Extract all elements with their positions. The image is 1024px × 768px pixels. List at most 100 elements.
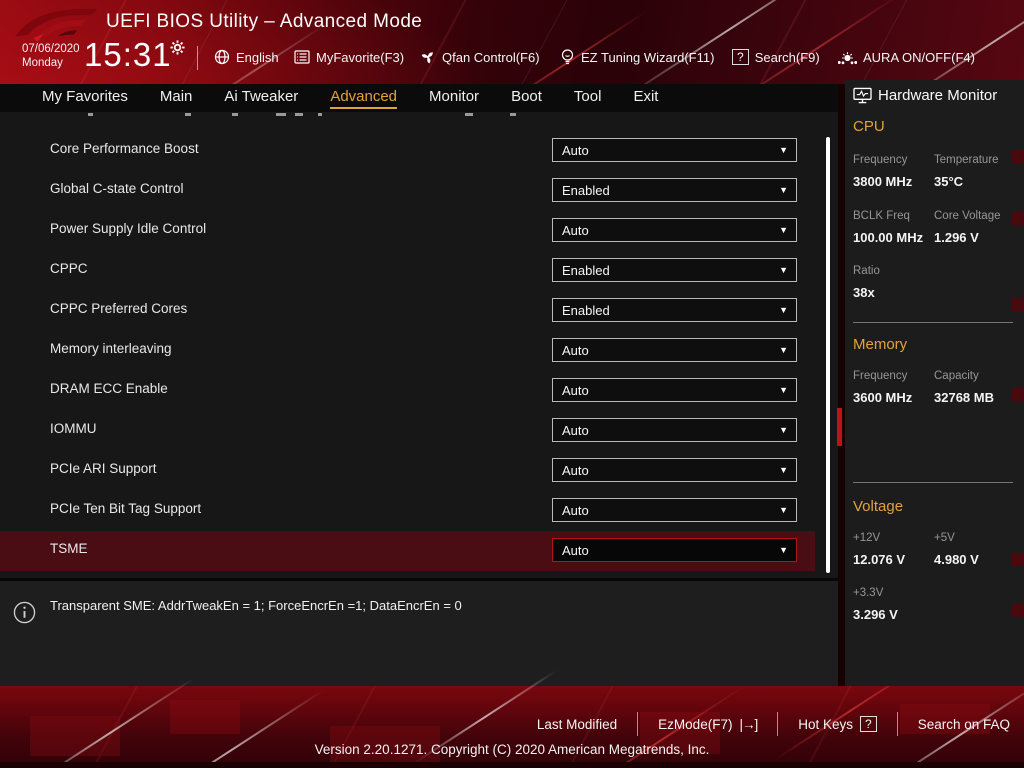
clipped-text-fragment: [318, 113, 322, 116]
time-settings-gear-icon[interactable]: [170, 40, 185, 55]
hot-keys-button[interactable]: Hot Keys ?: [798, 716, 877, 732]
globe-icon: [214, 49, 230, 65]
chevron-down-icon: ▼: [779, 505, 788, 515]
footer-bar: Last Modified EzMode(F7) |→] Hot Keys ? S…: [0, 661, 1024, 768]
menu-item-myfavorite[interactable]: MyFavorite(F3): [294, 46, 404, 68]
tab-main[interactable]: Main: [160, 88, 193, 109]
settings-rows: Core Performance Boost Auto ▼ Global C-s…: [0, 131, 815, 571]
edge-accent: [1012, 604, 1023, 617]
clipped-text-fragment: [510, 113, 516, 116]
ratio-label: Ratio: [853, 265, 880, 277]
aura-icon: [838, 49, 857, 65]
footer-separator: [896, 712, 898, 736]
menu-item-search[interactable]: ? Search(F9): [732, 46, 820, 68]
footer-separator: [637, 712, 639, 736]
bclk-freq-label: BCLK Freq: [853, 210, 910, 222]
menu-item-label: MyFavorite(F3): [316, 49, 405, 65]
decorative-cube: [170, 700, 240, 734]
dropdown-tsme[interactable]: Auto ▼: [552, 538, 797, 562]
info-icon: [13, 601, 36, 624]
setting-row-tsme-selected[interactable]: TSME Auto ▼: [0, 531, 815, 571]
clipped-text-fragment: [232, 113, 238, 116]
menu-item-label: Qfan Control(F6): [442, 49, 540, 65]
v33-value: 3.296 V: [853, 607, 898, 622]
edge-accent: [1012, 388, 1023, 401]
date-block: 07/06/2020 Monday: [22, 42, 80, 70]
setting-label: Memory interleaving: [50, 341, 172, 356]
tab-my-favorites[interactable]: My Favorites: [42, 88, 128, 109]
setting-label: PCIe ARI Support: [50, 461, 157, 476]
setting-label: Global C-state Control: [50, 181, 184, 196]
chevron-down-icon: ▼: [779, 545, 788, 555]
hardware-monitor-title: Hardware Monitor: [853, 87, 997, 104]
clipped-text-fragment: [88, 113, 93, 116]
qfan-icon: [420, 49, 436, 65]
bios-version-text: Version 2.20.1271. Copyright (C) 2020 Am…: [314, 742, 710, 757]
setting-label: DRAM ECC Enable: [50, 381, 168, 396]
help-text: Transparent SME: AddrTweakEn = 1; ForceE…: [50, 598, 462, 613]
ezmode-button[interactable]: EzMode(F7) |→]: [658, 716, 758, 732]
tab-boot[interactable]: Boot: [511, 88, 542, 109]
v33-label: +3.3V: [853, 587, 884, 599]
dropdown-global-c-state-control[interactable]: Enabled ▼: [552, 178, 797, 202]
cpu-temperature-value: 35°C: [934, 174, 964, 189]
search-on-faq-button[interactable]: Search on FAQ: [918, 717, 1010, 732]
dropdown-core-performance-boost[interactable]: Auto ▼: [552, 138, 797, 162]
chevron-down-icon: ▼: [779, 225, 788, 235]
setting-label: Power Supply Idle Control: [50, 221, 207, 236]
setting-label: IOMMU: [50, 421, 97, 436]
dropdown-pcie-ari-support[interactable]: Auto ▼: [552, 458, 797, 482]
menu-item-aura[interactable]: AURA ON/OFF(F4): [838, 46, 975, 68]
v12-value: 12.076 V: [853, 552, 906, 567]
edge-accent: [1012, 298, 1023, 311]
tab-tool[interactable]: Tool: [574, 88, 602, 109]
menu-item-label: AURA ON/OFF(F4): [863, 49, 975, 65]
dropdown-power-supply-idle-control[interactable]: Auto ▼: [552, 218, 797, 242]
main-menu-bar: My Favorites Main Ai Tweaker Advanced Mo…: [0, 84, 838, 112]
clipped-text-fragment: [185, 113, 191, 116]
chevron-down-icon: ▼: [779, 185, 788, 195]
section-divider: [853, 322, 1013, 323]
footer-actions: Last Modified EzMode(F7) |→] Hot Keys ? S…: [537, 712, 1010, 736]
chevron-down-icon: ▼: [779, 465, 788, 475]
app-title: UEFI BIOS Utility – Advanced Mode: [106, 11, 423, 32]
tab-monitor[interactable]: Monitor: [429, 88, 479, 109]
search-icon: ?: [732, 49, 749, 65]
menu-item-label: EZ Tuning Wizard(F11): [581, 49, 715, 65]
dropdown-cppc-preferred-cores[interactable]: Enabled ▼: [552, 298, 797, 322]
v12-label: +12V: [853, 532, 881, 544]
dropdown-memory-interleaving[interactable]: Auto ▼: [552, 338, 797, 362]
cpu-frequency-label: Frequency: [853, 154, 908, 166]
ezmode-enter-icon: |→]: [739, 716, 758, 732]
last-modified-button[interactable]: Last Modified: [537, 717, 617, 732]
setting-label: CPPC: [50, 261, 88, 276]
dropdown-iommu[interactable]: Auto ▼: [552, 418, 797, 442]
red-accent-bar: [837, 408, 842, 446]
menu-item-label: Search(F9): [754, 49, 820, 65]
date-text: 07/06/2020: [22, 43, 80, 55]
dropdown-pcie-ten-bit-tag-support[interactable]: Auto ▼: [552, 498, 797, 522]
menu-item-language[interactable]: English: [214, 46, 279, 68]
tab-advanced[interactable]: Advanced: [330, 88, 398, 109]
setting-row-iommu: IOMMU Auto ▼: [0, 411, 815, 451]
tab-ai-tweaker[interactable]: Ai Tweaker: [224, 88, 298, 109]
help-panel: Transparent SME: AddrTweakEn = 1; ForceE…: [0, 578, 838, 686]
edge-accent: [1012, 150, 1023, 163]
day-text: Monday: [22, 57, 63, 69]
monitor-icon: [853, 87, 872, 104]
header-bar: UEFI BIOS Utility – Advanced Mode 07/06/…: [0, 0, 1024, 114]
ez-tuning-icon: [560, 48, 575, 66]
bclk-freq-value: 100.00 MHz: [853, 230, 924, 245]
dropdown-cppc[interactable]: Enabled ▼: [552, 258, 797, 282]
edge-accent: [1012, 553, 1023, 566]
dropdown-dram-ecc-enable[interactable]: Auto ▼: [552, 378, 797, 402]
menu-item-qfan-control[interactable]: Qfan Control(F6): [420, 46, 540, 68]
myfavorite-icon: [294, 50, 310, 64]
cpu-temperature-label: Temperature: [934, 154, 999, 166]
menu-item-ez-tuning-wizard[interactable]: EZ Tuning Wizard(F11): [560, 46, 714, 68]
tab-exit[interactable]: Exit: [633, 88, 658, 109]
setting-label: CPPC Preferred Cores: [50, 301, 188, 316]
vertical-scrollbar[interactable]: [826, 137, 830, 573]
edge-accent: [1012, 212, 1023, 225]
chevron-down-icon: ▼: [779, 145, 788, 155]
